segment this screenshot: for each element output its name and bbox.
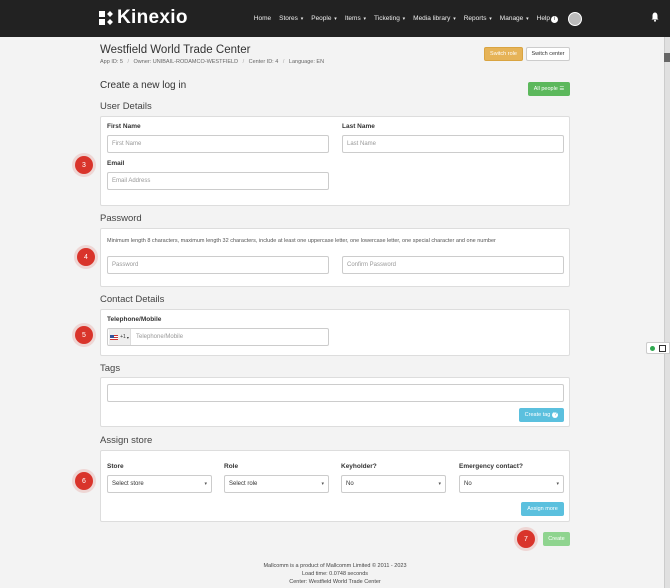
- tags-panel: Create tag ?: [100, 377, 570, 427]
- step-badge-6: 6: [75, 472, 93, 490]
- nav-item-stores[interactable]: Stores ▾: [279, 15, 303, 22]
- collapse-tab-icon[interactable]: [664, 53, 670, 62]
- phone-placeholder: Telephone/Mobile: [136, 334, 184, 340]
- section-user-details: User Details: [100, 101, 152, 112]
- last-name-input[interactable]: Last Name: [342, 135, 564, 153]
- side-status-widget[interactable]: [646, 342, 670, 354]
- step-badge-7: 7: [517, 530, 535, 548]
- nav-item-items[interactable]: Items ▾: [345, 15, 366, 22]
- page-title: Create a new log in: [100, 80, 187, 91]
- chevron-down-icon: ▾: [526, 16, 529, 22]
- step-badge-5: 5: [75, 326, 93, 344]
- chevron-down-icon: ▾: [489, 16, 492, 22]
- chat-icon: [659, 344, 666, 352]
- country-code-select[interactable]: +1 ▾: [109, 329, 131, 345]
- center-id: Center ID: 4: [248, 59, 279, 65]
- owner: Owner: UNIBAIL-RODAMCO-WESTFIELD: [133, 59, 239, 65]
- contact-panel: Telephone/Mobile +1 ▾ Telephone/Mobile: [100, 309, 570, 356]
- scrollbar[interactable]: [664, 37, 670, 588]
- chevron-down-icon: ▾: [363, 16, 367, 22]
- nav-menu: Home Stores ▾ People ▾ Items ▾ Ticketing…: [254, 0, 670, 37]
- nav-item-people[interactable]: People ▾: [311, 15, 337, 22]
- first-name-label: First Name: [107, 123, 141, 130]
- info-icon: i: [551, 15, 558, 23]
- email-input[interactable]: Email Address: [107, 172, 329, 190]
- nav-item-reports[interactable]: Reports ▾: [464, 15, 492, 22]
- phone-input[interactable]: +1 ▾ Telephone/Mobile: [107, 328, 329, 346]
- step-badge-3: 3: [75, 156, 93, 174]
- top-navbar: Kinexio Home Stores ▾ People ▾ Items ▾ T…: [0, 0, 670, 37]
- tags-input[interactable]: [107, 384, 564, 402]
- footer-center: Center: Westfield World Trade Center: [289, 579, 381, 585]
- last-name-label: Last Name: [342, 123, 375, 130]
- chevron-down-icon: ▾: [300, 16, 304, 22]
- chevron-down-icon: ▾: [438, 481, 441, 487]
- password-panel: Minimum length 8 characters, maximum len…: [100, 228, 570, 287]
- create-button[interactable]: Create: [543, 532, 570, 546]
- nav-item-home[interactable]: Home: [254, 15, 271, 22]
- section-tags: Tags: [100, 363, 121, 374]
- brand-logo[interactable]: Kinexio: [99, 7, 188, 28]
- logo-mark-icon: [99, 11, 113, 25]
- footer-load-time: Load time: 0.0748 seconds: [301, 571, 369, 577]
- chevron-down-icon: ▾: [126, 334, 129, 340]
- nav-item-media-library[interactable]: Media library ▾: [413, 15, 456, 22]
- section-contact-details: Contact Details: [100, 294, 165, 305]
- brand-name: Kinexio: [117, 7, 188, 28]
- us-flag-icon: [110, 334, 119, 340]
- role-select[interactable]: Select role ▾: [224, 475, 329, 493]
- nav-item-ticketing[interactable]: Ticketing ▾: [374, 15, 405, 22]
- center-meta: App ID: 5 / Owner: UNIBAIL-RODAMCO-WESTF…: [100, 59, 325, 65]
- chevron-down-icon: ▾: [453, 16, 456, 22]
- section-assign-store: Assign store: [100, 435, 153, 446]
- chevron-down-icon: ▾: [204, 481, 207, 487]
- switch-role-button[interactable]: Switch role: [484, 47, 523, 61]
- center-title: Westfield World Trade Center: [100, 44, 251, 56]
- app-id: App ID: 5: [100, 59, 123, 65]
- keyholder-select[interactable]: No ▾: [341, 475, 446, 493]
- emergency-contact-label: Emergency contact?: [459, 463, 523, 470]
- assign-store-panel: Store Select store ▾ Role Select role ▾ Ke…: [100, 450, 570, 522]
- assign-more-button[interactable]: Assign more: [521, 502, 564, 516]
- online-status-icon: [650, 345, 655, 351]
- confirm-password-input[interactable]: Confirm Password: [342, 256, 564, 274]
- store-select[interactable]: Select store ▾: [107, 475, 212, 493]
- user-details-panel: First Name First Name Last Name Last Nam…: [100, 116, 570, 206]
- bell-icon[interactable]: [651, 12, 659, 22]
- role-label: Role: [224, 463, 239, 470]
- first-name-input[interactable]: First Name: [107, 135, 329, 153]
- avatar[interactable]: [568, 11, 582, 26]
- email-label: Email: [107, 160, 125, 167]
- nav-item-manage[interactable]: Manage ▾: [500, 15, 529, 22]
- emergency-contact-select[interactable]: No ▾: [459, 475, 564, 493]
- switch-center-button[interactable]: Switch center: [526, 47, 570, 61]
- help-icon: ?: [552, 412, 559, 418]
- chevron-down-icon: ▾: [321, 481, 324, 487]
- step-badge-4: 4: [77, 248, 95, 266]
- phone-label: Telephone/Mobile: [107, 316, 162, 323]
- chevron-down-icon: ▾: [334, 16, 337, 22]
- create-tag-button[interactable]: Create tag ?: [519, 408, 564, 422]
- chevron-down-icon: ▾: [556, 481, 559, 487]
- keyholder-label: Keyholder?: [341, 463, 377, 470]
- password-requirements: Minimum length 8 characters, maximum len…: [107, 238, 496, 244]
- nav-item-help[interactable]: Help i: [537, 15, 558, 23]
- language: Language: EN: [288, 59, 325, 65]
- password-input[interactable]: Password: [107, 256, 329, 274]
- section-password: Password: [100, 213, 142, 224]
- footer-copyright: Mallcomm is a product of Mallcomm Limite…: [263, 563, 407, 569]
- chevron-down-icon: ▾: [402, 16, 406, 22]
- all-people-button[interactable]: All people ☰: [528, 82, 570, 96]
- store-label: Store: [107, 463, 124, 470]
